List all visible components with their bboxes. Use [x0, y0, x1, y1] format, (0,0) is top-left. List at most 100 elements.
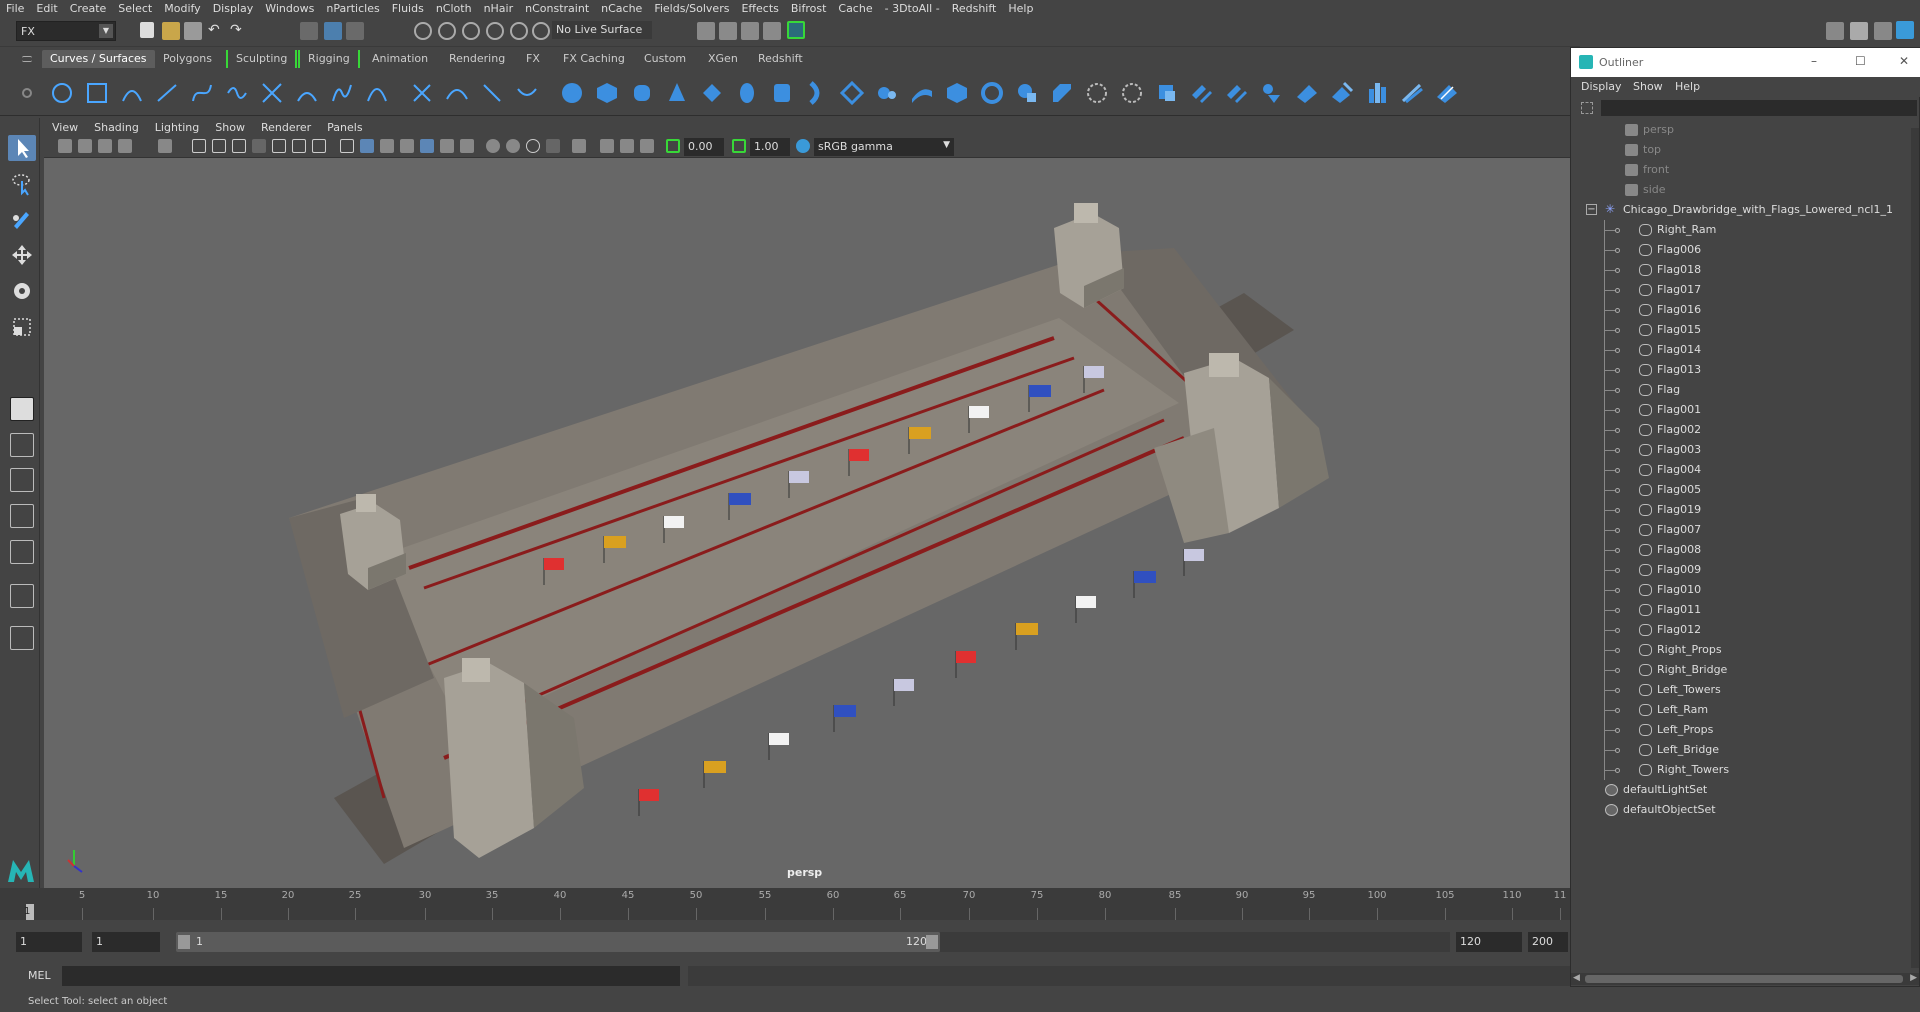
shadows-icon[interactable] [440, 139, 454, 153]
select-components-icon[interactable] [346, 22, 364, 40]
camera-lock-icon[interactable] [78, 139, 92, 153]
outliner-item[interactable]: ✳ Chicago_Drawbridge_with_Flags_Lowered_n… [1571, 200, 1911, 220]
scroll-left-icon[interactable]: ◀ [1573, 973, 1580, 983]
shelf-settings-icon[interactable] [22, 88, 32, 98]
tab-fx-caching[interactable]: FX Caching [555, 50, 633, 68]
viewport-panel[interactable]: View Shading Lighting Show Renderer Panels 0.… [44, 118, 1570, 888]
rebuild-curve-icon[interactable] [515, 81, 539, 105]
menu-item[interactable]: Edit [30, 2, 63, 15]
tab-sculpting[interactable]: Sculpting [226, 50, 298, 68]
select-hierarchy-icon[interactable] [300, 22, 318, 40]
outliner-hscroll[interactable]: ◀ ▶ [1571, 973, 1919, 985]
tree-expand-icon[interactable] [1615, 268, 1620, 273]
nurbs-circle-icon[interactable] [50, 81, 74, 105]
outliner-item[interactable]: defaultLightSet [1571, 780, 1911, 800]
time-slider[interactable]: 5 10 15 20 25 30 35 40 45 50 55 60 65 70 75 80 85 90 95 100… [0, 888, 1570, 920]
isolate-select-icon[interactable] [546, 139, 560, 153]
tree-expand-icon[interactable] [1615, 348, 1620, 353]
tree-expand-icon[interactable] [1615, 248, 1620, 253]
shelf-menu-icon[interactable] [22, 56, 32, 62]
tab-fx[interactable]: FX [518, 50, 548, 68]
menu-item[interactable]: Windows [259, 2, 320, 15]
command-language-label[interactable]: MEL [28, 969, 51, 982]
viewport-menu-item[interactable]: Shading [86, 121, 147, 134]
tab-custom[interactable]: Custom [636, 50, 694, 68]
channel-box-icon[interactable] [1896, 21, 1914, 39]
tree-expand-icon[interactable] [1615, 448, 1620, 453]
nurbs-torus-icon[interactable] [735, 81, 759, 105]
tab-redshift[interactable]: Redshift [750, 50, 811, 68]
viewport-menu-item[interactable]: View [44, 121, 86, 134]
outliner-item[interactable]: Flag006 [1571, 240, 1911, 260]
tree-expand-icon[interactable] [1615, 528, 1620, 533]
bevel-plus-icon[interactable] [945, 81, 969, 105]
tab-xgen[interactable]: XGen [700, 50, 746, 68]
tree-expand-icon[interactable] [1615, 368, 1620, 373]
outliner-filter-icon[interactable] [1581, 102, 1593, 114]
hypershade-layout-icon[interactable] [10, 540, 34, 564]
persp-outliner-layout-icon[interactable] [10, 468, 34, 492]
camera-attributes-icon[interactable] [58, 139, 72, 153]
cut-curve-icon[interactable] [410, 81, 434, 105]
four-view-layout-icon[interactable] [10, 433, 34, 457]
minimize-icon[interactable]: – [1811, 54, 1817, 68]
menu-item[interactable]: Effects [735, 2, 784, 15]
outliner-search-input[interactable] [1601, 100, 1917, 116]
tree-expand-icon[interactable] [1615, 288, 1620, 293]
menu-item[interactable]: Fields/Solvers [648, 2, 735, 15]
trim-tool-icon[interactable] [1120, 81, 1144, 105]
extrude-icon[interactable] [875, 81, 899, 105]
outliner-item[interactable]: Right_Towers [1571, 760, 1911, 780]
outliner-item[interactable]: Flag012 [1571, 620, 1911, 640]
live-surface-field[interactable]: No Live Surface [552, 21, 652, 39]
attribute-editor-icon[interactable] [1850, 22, 1868, 40]
render-view-icon[interactable] [787, 21, 805, 39]
tree-expand-icon[interactable] [1615, 688, 1620, 693]
outliner-item[interactable]: Flag007 [1571, 520, 1911, 540]
tree-expand-icon[interactable] [1615, 588, 1620, 593]
open-scene-icon[interactable] [162, 22, 180, 40]
film-gate-icon[interactable] [212, 139, 226, 153]
safe-title-icon[interactable] [312, 139, 326, 153]
pencil-curve-tool-icon[interactable] [225, 81, 249, 105]
tree-expand-icon[interactable] [1615, 328, 1620, 333]
tree-expand-icon[interactable] [1615, 488, 1620, 493]
animation-start-field[interactable]: 1 [16, 932, 82, 952]
birail-icon[interactable] [910, 81, 934, 105]
scroll-thumb[interactable] [1585, 975, 1903, 983]
open-close-surface-icon[interactable] [1295, 81, 1319, 105]
grease-pencil-icon[interactable] [158, 139, 172, 153]
outliner-item[interactable]: Flag017 [1571, 280, 1911, 300]
project-curve-icon[interactable] [1050, 81, 1074, 105]
boundary-icon[interactable] [980, 81, 1004, 105]
save-scene-icon[interactable] [184, 22, 202, 40]
outliner-item[interactable]: Flag002 [1571, 420, 1911, 440]
insert-isoparms-icon[interactable] [1330, 81, 1354, 105]
outliner-item[interactable]: Flag009 [1571, 560, 1911, 580]
tree-expand-icon[interactable] [1615, 408, 1620, 413]
cv-curve-tool-icon[interactable] [120, 81, 144, 105]
custom-layout-icon[interactable] [10, 584, 34, 608]
resolution-gate-icon[interactable] [232, 139, 246, 153]
layout-menu-icon[interactable] [10, 626, 34, 650]
select-objects-icon[interactable] [324, 22, 342, 40]
screen-space-ao-icon[interactable] [460, 139, 474, 153]
outliner-item[interactable]: Left_Props [1571, 720, 1911, 740]
outliner-menu-display[interactable]: Display [1581, 80, 1622, 93]
wireframe-icon[interactable] [340, 139, 354, 153]
loft-icon[interactable] [805, 81, 829, 105]
field-chart-icon[interactable] [272, 139, 286, 153]
offset-curve-icon[interactable] [480, 81, 504, 105]
menu-item[interactable]: nHair [478, 2, 520, 15]
render-settings-icon[interactable] [741, 22, 759, 40]
menu-item[interactable]: File [0, 2, 30, 15]
outliner-menu-help[interactable]: Help [1675, 80, 1700, 93]
gamma-field[interactable]: 1.00 [750, 138, 790, 156]
textured-icon[interactable] [400, 139, 414, 153]
depth-of-field-icon[interactable] [526, 139, 540, 153]
outliner-item[interactable]: Right_Props [1571, 640, 1911, 660]
single-perspective-layout-icon[interactable] [10, 397, 34, 421]
menu-item[interactable]: nCache [595, 2, 648, 15]
tree-expand-icon[interactable] [1615, 568, 1620, 573]
scene-3d-view[interactable] [44, 158, 1570, 888]
